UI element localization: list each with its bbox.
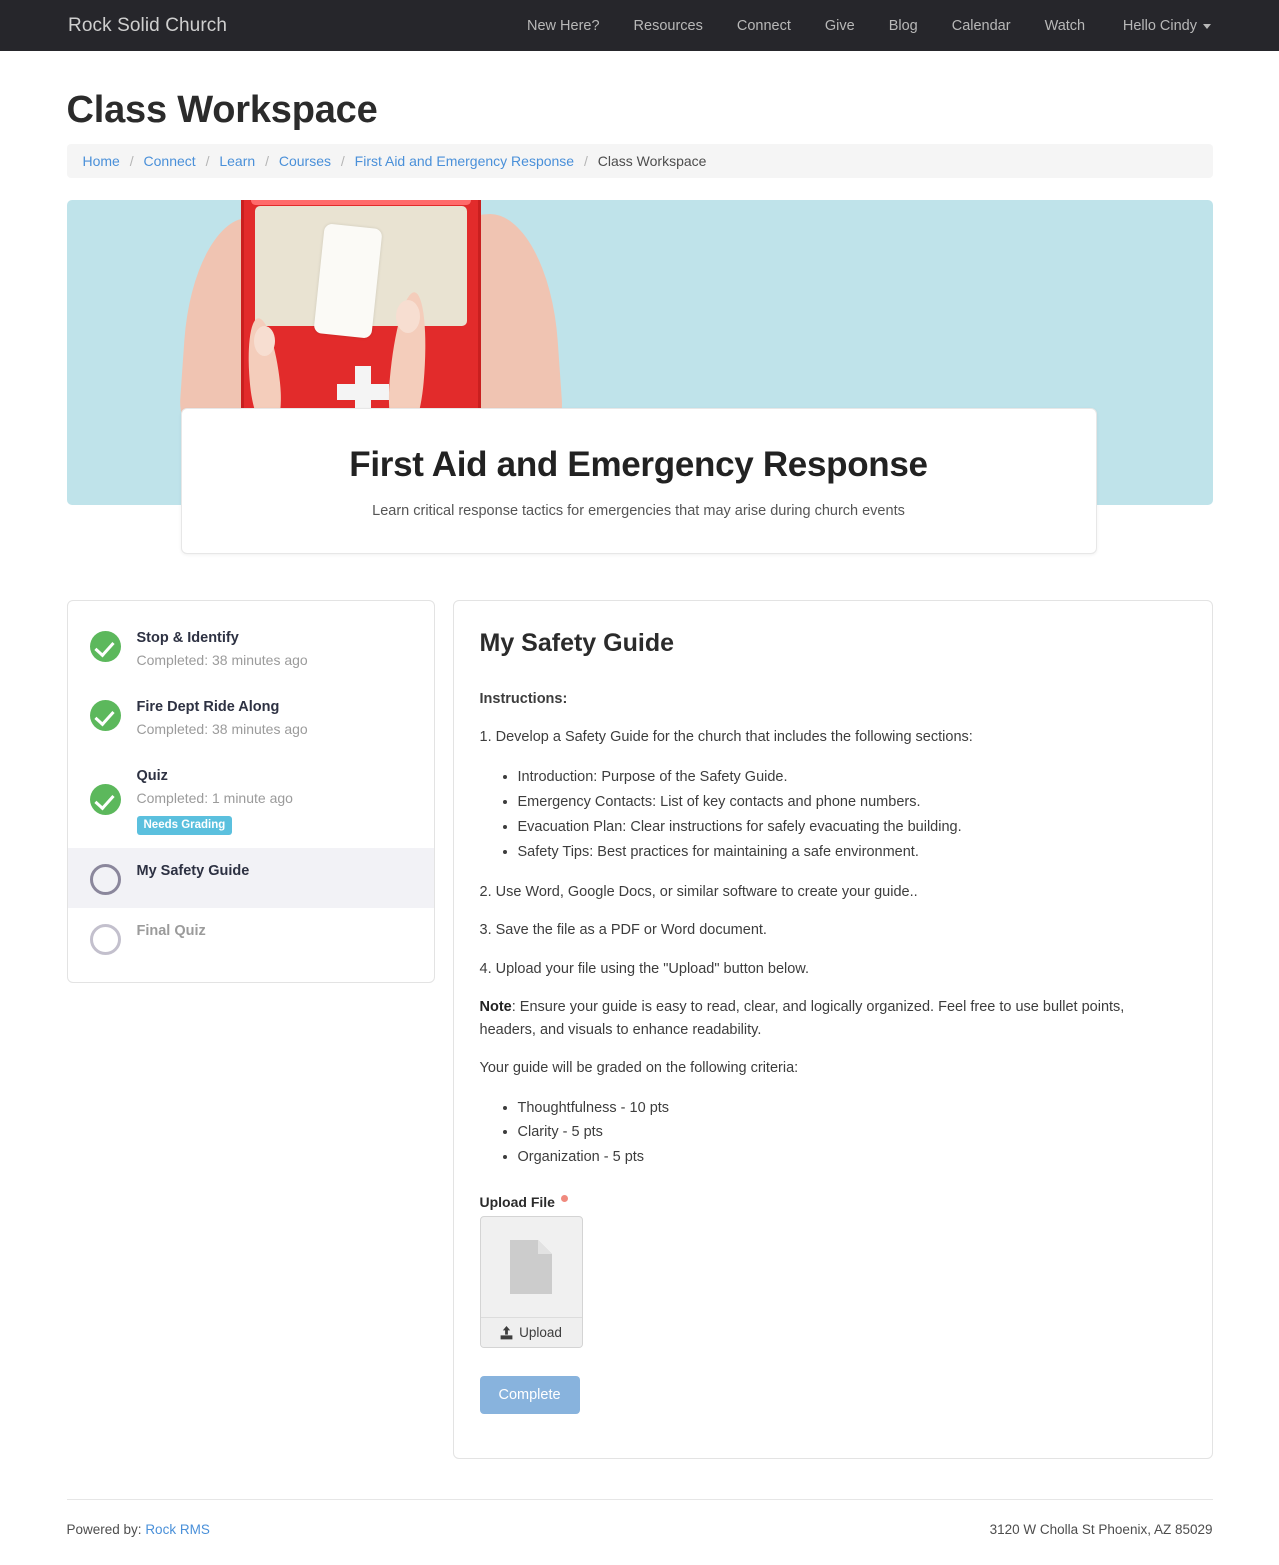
circle-outline-icon (89, 923, 121, 955)
nav-item-give[interactable]: Give (808, 18, 872, 34)
activity-title: Stop & Identify (136, 630, 239, 646)
activity-list-panel: Stop & Identify Completed: 38 minutes ag… (66, 600, 435, 983)
breadcrumb-item-connect[interactable]: Connect (144, 153, 196, 169)
note-text: : Ensure your guide is easy to read, cle… (479, 999, 1125, 1038)
activity-title: Fire Dept Ride Along (136, 699, 280, 716)
list-item: Emergency Contacts: List of key contacts… (518, 790, 1182, 815)
activity-body: Quiz Completed: 1 minute ago Needs Gradi… (136, 766, 414, 835)
gauze-roll-shape (312, 223, 383, 339)
breadcrumb-separator: / (265, 153, 269, 169)
complete-button[interactable]: Complete (479, 1376, 580, 1415)
note-label: Note (479, 999, 512, 1016)
list-item: Thoughtfulness - 10 pts (518, 1096, 1182, 1121)
fingernail-shape (253, 326, 275, 356)
required-indicator-icon (560, 1194, 568, 1202)
instruction-step-2: 2. Use Word, Google Docs, or similar sof… (479, 883, 918, 900)
grading-criteria-list: Thoughtfulness - 10 pts Clarity - 5 pts … (480, 1096, 1182, 1171)
activity-body: My Safety Guide (137, 861, 414, 882)
breadcrumb-item-learn[interactable]: Learn (219, 153, 255, 169)
course-title-card: First Aid and Emergency Response Learn c… (180, 408, 1097, 554)
instruction-step-4: 4. Upload your file using the "Upload" b… (479, 960, 810, 977)
list-item: Organization - 5 pts (518, 1145, 1182, 1170)
upload-button-label: Upload (519, 1325, 562, 1341)
list-item: Clarity - 5 pts (518, 1120, 1182, 1145)
instructions-label: Instructions: (479, 691, 568, 707)
breadcrumb-separator: / (205, 153, 210, 169)
upload-button[interactable]: Upload (480, 1317, 582, 1348)
course-subtitle: Learn critical response tactics for emer… (372, 503, 905, 519)
activity-item-quiz[interactable]: Quiz Completed: 1 minute ago Needs Gradi… (68, 753, 434, 848)
fingernail-shape (395, 300, 420, 333)
instruction-step-1: 1. Develop a Safety Guide for the church… (479, 729, 973, 746)
page-footer: Powered by: Rock RMS 3120 W Cholla St Ph… (66, 1499, 1213, 1565)
check-circle-icon (89, 700, 121, 732)
document-icon (510, 1240, 552, 1295)
check-circle-icon (89, 784, 121, 816)
breadcrumb-item-course[interactable]: First Aid and Emergency Response (355, 153, 574, 169)
course-hero: First Aid and Emergency Response Learn c… (66, 200, 1213, 554)
activity-status: Completed: 38 minutes ago (136, 721, 308, 738)
workspace-layout: Stop & Identify Completed: 38 minutes ag… (66, 600, 1213, 1460)
activity-item-my-safety-guide[interactable]: My Safety Guide (67, 847, 434, 908)
powered-by-label: Powered by: (66, 1522, 142, 1538)
upload-file-label-text: Upload File (479, 1194, 555, 1211)
user-menu-label: Hello Cindy (1122, 17, 1197, 34)
activity-item-fire-dept-ride-along[interactable]: Fire Dept Ride Along Completed: 38 minut… (68, 684, 434, 753)
user-menu[interactable]: Hello Cindy (1123, 18, 1211, 34)
instruction-note: Note: Ensure your guide is easy to read,… (480, 996, 1182, 1041)
page-title: Class Workspace (66, 89, 378, 131)
primary-nav: New Here? Resources Connect Give Blog Ca… (510, 18, 1102, 34)
circle-outline-icon (89, 863, 121, 895)
footer-address: 3120 W Cholla St Phoenix, AZ 85029 (989, 1522, 1213, 1538)
breadcrumb: Home / Connect / Learn / Courses / First… (66, 144, 1213, 178)
assignment-panel: My Safety Guide Instructions: 1. Develop… (452, 600, 1213, 1460)
upload-file-label: Upload File (480, 1194, 1182, 1210)
breadcrumb-separator: / (584, 153, 588, 169)
medical-cross-icon (336, 384, 389, 400)
nav-item-calendar[interactable]: Calendar (935, 18, 1028, 34)
list-item: Evacuation Plan: Clear instructions for … (518, 815, 1182, 840)
activity-item-stop-identify[interactable]: Stop & Identify Completed: 38 minutes ag… (68, 615, 434, 684)
file-thumbnail (481, 1217, 582, 1317)
instruction-step-3: 3. Save the file as a PDF or Word docume… (479, 922, 767, 939)
nav-item-watch[interactable]: Watch (1028, 18, 1103, 34)
breadcrumb-separator: / (340, 153, 345, 169)
guide-sections-list: Introduction: Purpose of the Safety Guid… (480, 765, 1182, 865)
activity-title: Final Quiz (136, 922, 206, 939)
activity-body: Fire Dept Ride Along Completed: 38 minut… (137, 697, 414, 740)
nav-item-connect[interactable]: Connect (720, 18, 808, 34)
status-badge-needs-grading: Needs Grading (136, 816, 233, 835)
assignment-heading: My Safety Guide (479, 629, 675, 657)
upload-icon (500, 1325, 513, 1340)
activity-title: My Safety Guide (136, 862, 250, 879)
activity-status: Completed: 1 minute ago (136, 790, 293, 807)
page-container: Class Workspace Home / Connect / Learn /… (66, 89, 1213, 1460)
kit-zipper-shape (250, 200, 471, 205)
activity-status: Completed: 38 minutes ago (136, 652, 308, 669)
rock-rms-link[interactable]: Rock RMS (145, 1522, 210, 1537)
list-item: Introduction: Purpose of the Safety Guid… (518, 765, 1182, 790)
file-upload-control[interactable]: Upload (479, 1216, 583, 1349)
site-brand[interactable]: Rock Solid Church (68, 15, 227, 37)
list-item: Safety Tips: Best practices for maintain… (518, 840, 1182, 865)
activity-item-final-quiz[interactable]: Final Quiz (68, 908, 434, 968)
breadcrumb-item-courses[interactable]: Courses (279, 153, 331, 169)
powered-by: Powered by: Rock RMS (67, 1522, 210, 1537)
breadcrumb-separator: / (129, 153, 134, 169)
chevron-down-icon (1203, 24, 1211, 29)
criteria-intro: Your guide will be graded on the followi… (479, 1060, 799, 1077)
breadcrumb-item-current: Class Workspace (597, 153, 707, 169)
activity-body: Final Quiz (137, 921, 414, 942)
activity-title: Quiz (136, 768, 168, 785)
nav-item-new-here[interactable]: New Here? (510, 18, 617, 34)
top-navbar: Rock Solid Church New Here? Resources Co… (0, 0, 1279, 51)
check-circle-icon (89, 631, 121, 662)
nav-item-resources[interactable]: Resources (617, 18, 720, 34)
course-title: First Aid and Emergency Response (349, 445, 928, 484)
activity-body: Stop & Identify Completed: 38 minutes ag… (137, 628, 414, 671)
breadcrumb-item-home[interactable]: Home (83, 153, 120, 169)
nav-item-blog[interactable]: Blog (872, 18, 935, 34)
